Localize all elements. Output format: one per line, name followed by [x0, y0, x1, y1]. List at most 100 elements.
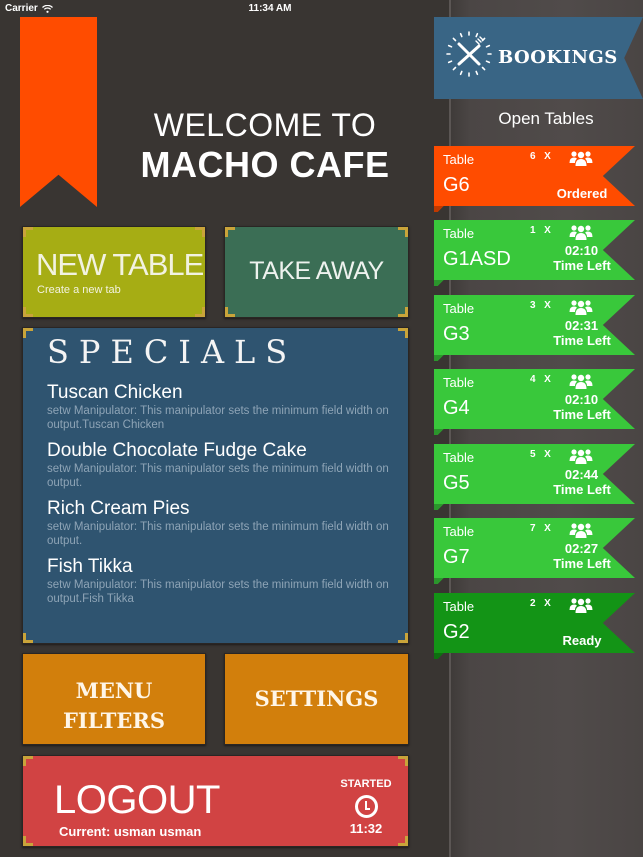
- special-description: setw Manipulator: This manipulator sets …: [47, 579, 389, 605]
- bookings-label: BOOKINGS: [498, 47, 618, 68]
- take-away-title: TAKE AWAY: [249, 257, 384, 285]
- table-name: G4: [443, 397, 470, 419]
- table-status: Ordered: [556, 186, 608, 201]
- table-status: Ready: [562, 633, 602, 648]
- corner-ornament: [398, 633, 408, 643]
- menu-filters-line1: MENU: [75, 678, 153, 703]
- cafe-name: MACHO CAFE: [140, 144, 390, 185]
- guest-multiplier: X: [544, 374, 552, 385]
- special-name: Rich Cream Pies: [47, 498, 190, 519]
- guest-number: 7: [530, 523, 537, 534]
- guest-number: 2: [530, 598, 537, 609]
- guest-multiplier: X: [544, 523, 552, 534]
- card-fold: [434, 206, 448, 212]
- guest-multiplier: X: [544, 151, 552, 162]
- settings-button[interactable]: SETTINGS: [224, 653, 409, 745]
- table-label: Table: [443, 152, 475, 167]
- welcome-heading: WELCOME TO MACHO CAFE: [100, 106, 430, 186]
- corner-ornament: [23, 756, 33, 766]
- menu-filters-line2: FILTERS: [62, 708, 166, 733]
- people-icon: [569, 300, 593, 315]
- people-icon: [569, 374, 593, 389]
- take-away-button[interactable]: TAKE AWAY: [224, 226, 409, 318]
- menu-filters-title: MENU FILTERS: [23, 676, 205, 736]
- table-name: G5: [443, 472, 470, 494]
- table-status: Time Left: [553, 482, 611, 497]
- special-name: Tuscan Chicken: [47, 382, 183, 403]
- table-label: Table: [443, 450, 475, 465]
- special-description: setw Manipulator: This manipulator sets …: [47, 521, 389, 547]
- settings-title: SETTINGS: [254, 686, 379, 711]
- table-label: Table: [443, 375, 475, 390]
- guest-count: 6X: [530, 151, 551, 162]
- special-name: Fish Tikka: [47, 556, 133, 577]
- special-name: Double Chocolate Fudge Cake: [47, 440, 307, 461]
- special-description: setw Manipulator: This manipulator sets …: [47, 405, 389, 431]
- card-fold: [434, 653, 448, 659]
- corner-ornament: [195, 307, 205, 317]
- guest-count: 3X: [530, 300, 551, 311]
- guest-number: 4: [530, 374, 537, 385]
- welcome-line: WELCOME TO: [153, 107, 377, 143]
- guest-number: 6: [530, 151, 537, 162]
- corner-ornament: [398, 307, 408, 317]
- specials-panel: SPECIALS Tuscan Chicken setw Manipulator…: [22, 327, 409, 644]
- session-started: STARTED 11:32: [336, 778, 396, 836]
- table-status: Time Left: [553, 407, 611, 422]
- guest-multiplier: X: [544, 225, 552, 236]
- table-status: Time Left: [553, 556, 611, 571]
- corner-ornament: [225, 227, 235, 237]
- people-icon: [569, 449, 593, 464]
- card-fold: [434, 504, 448, 510]
- bookings-button[interactable]: BOOKINGS: [434, 17, 643, 99]
- corner-ornament: [195, 227, 205, 237]
- people-icon: [569, 151, 593, 166]
- table-label: Table: [443, 301, 475, 316]
- special-item[interactable]: Double Chocolate Fudge Cake setw Manipul…: [47, 440, 392, 490]
- special-item[interactable]: Tuscan Chicken setw Manipulator: This ma…: [47, 382, 392, 432]
- logout-button[interactable]: LOGOUT Current: usman usman STARTED 11:3…: [22, 755, 409, 847]
- guest-multiplier: X: [544, 300, 552, 311]
- guest-count: 2X: [530, 598, 551, 609]
- new-table-button[interactable]: NEW TABLE Create a new tab: [22, 226, 206, 318]
- specials-heading: SPECIALS: [47, 333, 298, 371]
- menu-filters-button[interactable]: MENU FILTERS: [22, 653, 206, 745]
- table-name: G7: [443, 546, 470, 568]
- corner-ornament: [23, 307, 33, 317]
- guest-number: 1: [530, 225, 537, 236]
- corner-ornament: [398, 227, 408, 237]
- people-icon: [569, 225, 593, 240]
- card-fold: [434, 280, 448, 286]
- open-tables-heading: Open Tables: [498, 109, 594, 128]
- corner-ornament: [398, 836, 408, 846]
- corner-ornament: [23, 328, 33, 338]
- people-icon: [569, 598, 593, 613]
- guest-number: 3: [530, 300, 537, 311]
- card-fold: [434, 429, 448, 435]
- people-icon: [569, 523, 593, 538]
- guest-count: 4X: [530, 374, 551, 385]
- corner-ornament: [23, 836, 33, 846]
- fork-knife-icon: [446, 31, 492, 77]
- special-description: setw Manipulator: This manipulator sets …: [47, 463, 389, 489]
- table-name: G6: [443, 174, 470, 196]
- special-item[interactable]: Rich Cream Pies setw Manipulator: This m…: [47, 498, 392, 548]
- table-name: G2: [443, 621, 470, 643]
- table-label: Table: [443, 226, 475, 241]
- guest-number: 5: [530, 449, 537, 460]
- card-fold: [434, 355, 448, 361]
- clock-icon: [354, 795, 378, 818]
- new-table-title: NEW TABLE: [36, 247, 204, 282]
- corner-ornament: [398, 328, 408, 338]
- table-status: Time Left: [553, 258, 611, 273]
- guest-count: 7X: [530, 523, 551, 534]
- corner-ornament: [225, 307, 235, 317]
- table-label: Table: [443, 524, 475, 539]
- table-label: Table: [443, 599, 475, 614]
- logout-title: LOGOUT: [54, 778, 220, 822]
- table-status: Time Left: [553, 333, 611, 348]
- corner-ornament: [23, 633, 33, 643]
- special-item[interactable]: Fish Tikka setw Manipulator: This manipu…: [47, 556, 392, 606]
- specials-list: Tuscan Chicken setw Manipulator: This ma…: [47, 382, 392, 614]
- table-name: G1ASD: [443, 248, 511, 270]
